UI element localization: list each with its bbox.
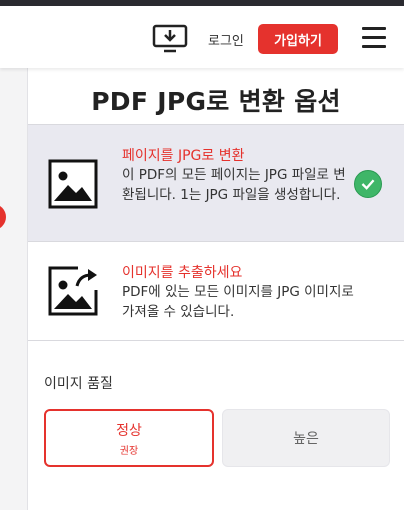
- left-sidebar-strip: [0, 68, 28, 510]
- image-icon: [48, 159, 98, 209]
- recommended-label: 권장: [119, 445, 139, 457]
- quality-option-label: 정상: [116, 422, 142, 439]
- signup-button[interactable]: 가입하기: [258, 24, 338, 54]
- options-panel: PDF JPG로 변환 옵션 페이지를 JPG로 변환 이 PDF의 모든 페이…: [28, 68, 404, 510]
- option-pages-to-jpg[interactable]: 페이지를 JPG로 변환 이 PDF의 모든 페이지는 JPG 파일로 변환됩니…: [28, 124, 404, 241]
- login-link[interactable]: 로그인: [208, 30, 244, 49]
- quality-option-label: 높은: [293, 431, 319, 447]
- panel-title: PDF JPG로 변환 옵션: [91, 87, 341, 116]
- option-title: 이미지를 추출하세요: [122, 265, 243, 281]
- quality-high-button[interactable]: 높은: [222, 409, 390, 467]
- option-description: PDF에 있는 모든 이미지를 JPG 이미지로 가져올 수 있습니다.: [122, 284, 354, 320]
- option-description: 이 PDF의 모든 페이지는 JPG 파일로 변환됩니다. 1는 JPG 파일을…: [122, 167, 346, 203]
- quality-normal-button[interactable]: 정상 권장: [44, 409, 214, 467]
- desktop-download-icon[interactable]: [152, 24, 188, 54]
- option-extract-images[interactable]: 이미지를 추출하세요 PDF에 있는 모든 이미지를 JPG 이미지로 가져올 …: [28, 241, 404, 341]
- option-title: 페이지를 JPG로 변환: [122, 148, 245, 164]
- hamburger-menu-icon[interactable]: [362, 26, 388, 48]
- header: 로그인 가입하기: [0, 6, 404, 68]
- side-tab-indicator[interactable]: [0, 204, 6, 230]
- checkmark-icon: [354, 170, 382, 198]
- image-export-icon: [48, 266, 98, 316]
- image-quality-label: 이미지 품질: [44, 376, 113, 392]
